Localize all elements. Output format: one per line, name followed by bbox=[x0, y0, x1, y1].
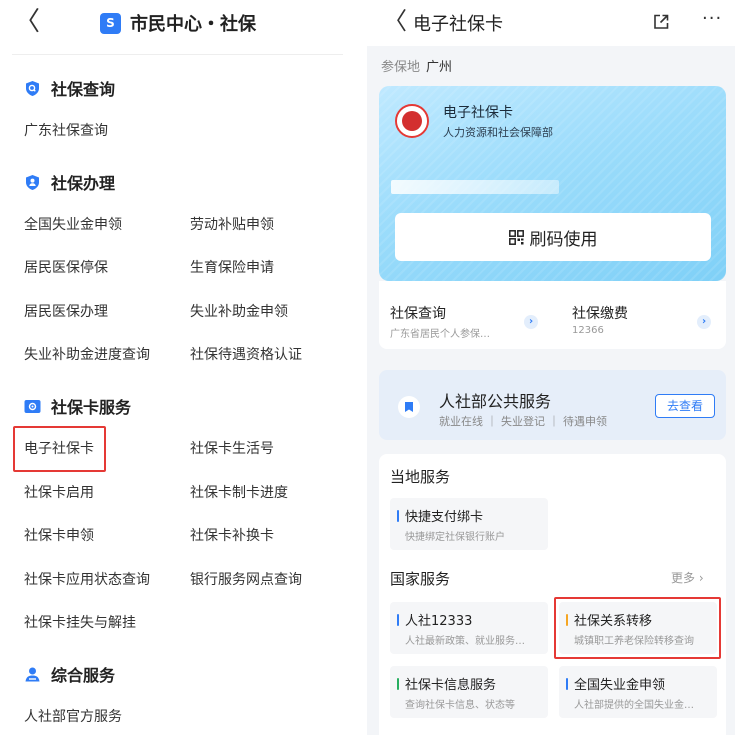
list-item[interactable]: 社保卡补换卡 bbox=[190, 526, 274, 546]
list-item[interactable]: 社保卡制卡进度 bbox=[190, 483, 288, 503]
section-title-handle: 社保办理 bbox=[24, 170, 115, 194]
bookmark-icon bbox=[398, 396, 420, 418]
list-item[interactable]: 失业补助金进度查询 bbox=[24, 345, 150, 365]
tile-title: 全国失业金申领 bbox=[574, 678, 666, 693]
highlight-box bbox=[13, 426, 106, 472]
tile-accent bbox=[566, 678, 568, 690]
masked-card-number bbox=[391, 180, 559, 194]
chevron-right-icon[interactable]: › bbox=[697, 315, 711, 329]
tile-accent bbox=[397, 614, 399, 626]
list-item[interactable]: 失业补助金申领 bbox=[190, 302, 288, 322]
page-title: S 市民中心・社保 bbox=[100, 10, 256, 36]
left-panel: 〈 S 市民中心・社保 社保查询 广东社保查询 社保办理 全国失业金申领 劳动补… bbox=[0, 0, 367, 735]
service-tile[interactable]: 快捷支付绑卡 快捷绑定社保银行账户 bbox=[390, 498, 548, 550]
tile-accent bbox=[397, 678, 399, 690]
list-item[interactable]: 社保待遇资格认证 bbox=[190, 345, 302, 365]
header-divider bbox=[12, 54, 343, 55]
people-icon bbox=[24, 666, 41, 683]
insured-location: 参保地 广州 bbox=[381, 56, 452, 75]
tile-title: 社保卡信息服务 bbox=[405, 678, 497, 693]
quick-item-query[interactable]: 社保查询 广东省居民个人参保… bbox=[390, 303, 490, 340]
public-service-subtitle: 就业在线 ｜ 失业登记 ｜ 待遇申领 bbox=[439, 415, 607, 428]
tile-accent bbox=[397, 510, 399, 522]
highlight-box bbox=[554, 597, 721, 659]
service-tile[interactable]: 社保卡信息服务 查询社保卡信息、状态等 bbox=[390, 666, 548, 718]
card-title: 电子社保卡 bbox=[443, 105, 513, 121]
section-title-text: 社保办理 bbox=[51, 174, 116, 193]
public-service-banner[interactable]: 人社部公共服务 就业在线 ｜ 失业登记 ｜ 待遇申领 去查看 bbox=[379, 370, 726, 440]
view-button[interactable]: 去查看 bbox=[655, 394, 715, 418]
tile-subtitle: 人社部提供的全国失业金… bbox=[574, 700, 694, 711]
mohrss-emblem-icon bbox=[395, 104, 429, 138]
services-panel: 当地服务 快捷支付绑卡 快捷绑定社保银行账户 国家服务 更多 › 人社12333… bbox=[379, 454, 726, 735]
location-value: 广州 bbox=[426, 60, 453, 75]
quick-item-title: 社保缴费 bbox=[572, 306, 628, 322]
location-label: 参保地 bbox=[381, 60, 421, 75]
card-icon bbox=[24, 398, 41, 415]
list-item[interactable]: 居民医保办理 bbox=[24, 302, 108, 322]
section-title-text: 社保查询 bbox=[51, 80, 116, 99]
list-item[interactable]: 生育保险申请 bbox=[190, 258, 274, 278]
list-item[interactable]: 社保卡生活号 bbox=[190, 439, 274, 459]
chevron-right-icon[interactable]: › bbox=[524, 315, 538, 329]
service-tile[interactable]: 全国失业金申领 人社部提供的全国失业金… bbox=[559, 666, 717, 718]
scan-code-label: 刷码使用 bbox=[529, 229, 598, 250]
quick-item-payment[interactable]: 社保缴费 12366 bbox=[572, 303, 628, 336]
right-header: 〈 电子社保卡 ··· bbox=[367, 0, 735, 46]
list-item[interactable]: 居民医保停保 bbox=[24, 258, 108, 278]
quick-item-subtitle: 广东省居民个人参保… bbox=[390, 329, 490, 340]
share-icon[interactable] bbox=[652, 13, 670, 31]
list-item[interactable]: 银行服务网点查询 bbox=[190, 570, 302, 590]
section-title-text: 社保卡服务 bbox=[51, 398, 132, 417]
list-item[interactable]: 广东社保查询 bbox=[24, 121, 108, 141]
tile-subtitle: 快捷绑定社保银行账户 bbox=[405, 532, 505, 543]
e-social-security-card: 电子社保卡 人力资源和社会保障部 刷码使用 bbox=[379, 86, 726, 281]
quick-item-title: 社保查询 bbox=[390, 306, 446, 322]
back-button[interactable]: 〈 bbox=[383, 8, 407, 34]
quick-item-subtitle: 12366 bbox=[572, 325, 604, 336]
list-item[interactable]: 社保卡挂失与解挂 bbox=[24, 613, 136, 633]
list-item[interactable]: 社保卡应用状态查询 bbox=[24, 570, 150, 590]
tile-subtitle: 查询社保卡信息、状态等 bbox=[405, 700, 515, 711]
search-shield-icon bbox=[24, 80, 41, 97]
list-item[interactable]: 劳动补贴申领 bbox=[190, 215, 274, 235]
service-tile[interactable]: 人社12333 人社最新政策、就业服务… bbox=[390, 602, 548, 654]
local-services-heading: 当地服务 bbox=[390, 468, 451, 486]
section-title-card: 社保卡服务 bbox=[24, 394, 131, 418]
list-item[interactable]: 社保卡申领 bbox=[24, 526, 94, 546]
page-title-text: 市民中心・社保 bbox=[130, 14, 256, 35]
more-link[interactable]: 更多 › bbox=[671, 569, 704, 586]
more-menu-button[interactable]: ··· bbox=[702, 8, 722, 29]
national-services-heading: 国家服务 bbox=[390, 570, 451, 588]
list-item[interactable]: 全国失业金申领 bbox=[24, 215, 122, 235]
public-service-title: 人社部公共服务 bbox=[439, 392, 552, 411]
user-shield-icon bbox=[24, 174, 41, 191]
list-item[interactable]: 社保卡启用 bbox=[24, 483, 94, 503]
card-subtitle: 人力资源和社会保障部 bbox=[443, 126, 553, 139]
tile-subtitle: 人社最新政策、就业服务… bbox=[405, 636, 525, 647]
section-title-general: 综合服务 bbox=[24, 662, 115, 686]
section-title-text: 综合服务 bbox=[51, 666, 116, 685]
tile-title: 快捷支付绑卡 bbox=[405, 510, 484, 525]
back-button[interactable]: 〈 bbox=[14, 8, 40, 36]
page-title: 电子社保卡 bbox=[413, 14, 503, 35]
quick-actions: 社保查询 广东省居民个人参保… › 社保缴费 12366 › bbox=[379, 281, 726, 349]
left-header: 〈 S 市民中心・社保 bbox=[0, 0, 367, 46]
service-logo-icon: S bbox=[100, 12, 121, 34]
qr-code-icon bbox=[508, 229, 524, 245]
tile-title: 人社12333 bbox=[405, 614, 473, 629]
list-item[interactable]: 人社部官方服务 bbox=[24, 707, 122, 727]
section-title-query: 社保查询 bbox=[24, 76, 115, 100]
scan-code-button[interactable]: 刷码使用 bbox=[395, 213, 711, 261]
